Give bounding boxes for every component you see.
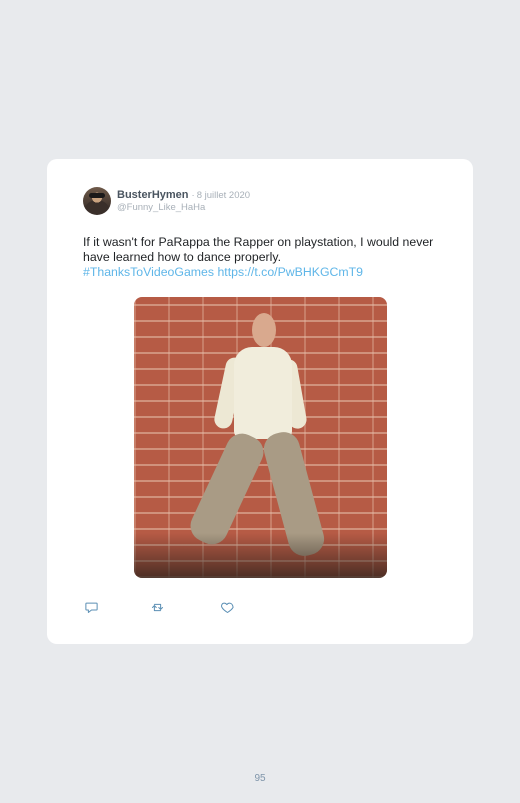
tweet-media-image[interactable] (134, 297, 387, 578)
tweet-meta: BusterHymen · 8 juillet 2020 @Funny_Like… (117, 189, 250, 214)
page-number: 95 (254, 773, 266, 784)
author-handle[interactable]: @Funny_Like_HaHa (117, 202, 250, 214)
tweet-date[interactable]: 8 juillet 2020 (197, 190, 250, 202)
meta-separator: · (191, 189, 195, 201)
retweet-button[interactable] (149, 599, 165, 615)
dancer-head (252, 313, 276, 347)
dancer-body (234, 347, 292, 439)
tweet-card: BusterHymen · 8 juillet 2020 @Funny_Like… (47, 159, 473, 644)
media-shadow (134, 533, 387, 578)
reply-icon (84, 602, 98, 613)
retweet-icon (151, 603, 163, 611)
like-button[interactable] (219, 599, 235, 615)
tweet-header: BusterHymen · 8 juillet 2020 @Funny_Like… (83, 187, 250, 215)
tweet-text: If it wasn't for PaRappa the Rapper on p… (83, 235, 443, 280)
tweet-meta-line: BusterHymen · 8 juillet 2020 (117, 189, 250, 202)
tweet-text-body: If it wasn't for PaRappa the Rapper on p… (83, 235, 434, 264)
dancer-leg-left (185, 428, 269, 550)
reply-button[interactable] (83, 599, 99, 615)
author-name[interactable]: BusterHymen (117, 189, 189, 201)
hashtag-link[interactable]: #ThanksToVideoGames (83, 265, 214, 279)
tweet-actions (83, 599, 253, 615)
tweet-url-link[interactable]: https://t.co/PwBHKGCmT9 (217, 265, 363, 279)
heart-icon (220, 602, 234, 613)
avatar[interactable] (83, 187, 111, 215)
